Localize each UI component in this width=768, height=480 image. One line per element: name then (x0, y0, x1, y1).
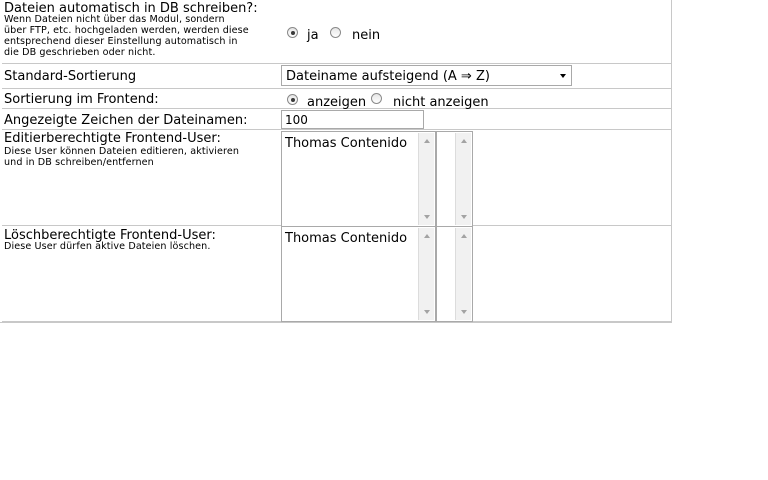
edit-users-option[interactable]: Thomas Contenido (285, 136, 407, 151)
delete-users-description-line-1: Diese User dürfen aktive Dateien löschen… (4, 241, 211, 252)
auto-db-radio-ja[interactable] (287, 27, 298, 38)
auto-db-description-line-1: Wenn Dateien nicht über das Modul, sonde… (4, 14, 225, 25)
chevron-down-icon (560, 74, 566, 78)
scroll-down-arrow-icon[interactable] (461, 310, 467, 314)
delete-users-listbox[interactable]: Thomas Contenido (281, 226, 436, 322)
sorting-label: Standard-Sortierung (4, 69, 137, 84)
edit-users-secondary-scrollbar[interactable] (455, 133, 471, 225)
frontend-sorting-radio-nicht-anzeigen-label: nicht anzeigen (393, 95, 489, 110)
delete-users-secondary-listbox[interactable] (436, 226, 473, 322)
auto-db-description-line-2: über FTP, etc. hochgeladen werden, werde… (4, 25, 249, 36)
sorting-selected-value: Dateiname aufsteigend (A ⇒ Z) (286, 69, 490, 84)
setting-row-auto-db: Dateien automatisch in DB schreiben?: We… (2, 0, 671, 64)
scroll-down-arrow-icon[interactable] (424, 310, 430, 314)
filename-chars-label: Angezeigte Zeichen der Dateinamen: (4, 113, 248, 128)
edit-users-secondary-listbox[interactable] (436, 131, 473, 227)
frontend-sorting-radio-anzeigen-label: anzeigen (307, 95, 367, 110)
edit-users-description-line-1: Diese User können Dateien editieren, akt… (4, 146, 240, 157)
edit-users-description-line-2: und in DB schreiben/entfernen (4, 157, 154, 168)
filename-chars-value: 100 (285, 113, 308, 127)
auto-db-radio-nein-label: nein (352, 28, 381, 43)
auto-db-radio-nein[interactable] (330, 27, 341, 38)
delete-users-option[interactable]: Thomas Contenido (285, 231, 407, 246)
edit-users-scrollbar[interactable] (418, 133, 434, 225)
scroll-up-arrow-icon[interactable] (461, 234, 467, 238)
auto-db-description-line-3: entsprechend dieser Einstellung automati… (4, 36, 238, 47)
settings-panel: Dateien automatisch in DB schreiben?: We… (0, 0, 672, 323)
setting-row-frontend-sorting: Sortierung im Frontend: anzeigen nicht a… (2, 89, 671, 110)
scroll-up-arrow-icon[interactable] (424, 139, 430, 143)
delete-users-scrollbar[interactable] (418, 228, 434, 320)
scroll-up-arrow-icon[interactable] (461, 139, 467, 143)
scroll-down-arrow-icon[interactable] (461, 215, 467, 219)
auto-db-description-line-4: die DB geschrieben oder nicht. (4, 47, 156, 58)
filename-chars-input[interactable]: 100 (281, 110, 424, 129)
sorting-select[interactable]: Dateiname aufsteigend (A ⇒ Z) (281, 65, 572, 86)
edit-users-listbox[interactable]: Thomas Contenido (281, 131, 436, 227)
frontend-sorting-radio-nicht-anzeigen[interactable] (371, 93, 382, 104)
auto-db-radio-ja-label: ja (307, 28, 319, 43)
frontend-sorting-radio-anzeigen[interactable] (287, 94, 298, 105)
scroll-up-arrow-icon[interactable] (424, 234, 430, 238)
scroll-down-arrow-icon[interactable] (424, 215, 430, 219)
delete-users-secondary-scrollbar[interactable] (455, 228, 471, 320)
edit-users-label: Editierberechtigte Frontend-User: (4, 131, 221, 146)
frontend-sorting-label: Sortierung im Frontend: (4, 92, 159, 107)
